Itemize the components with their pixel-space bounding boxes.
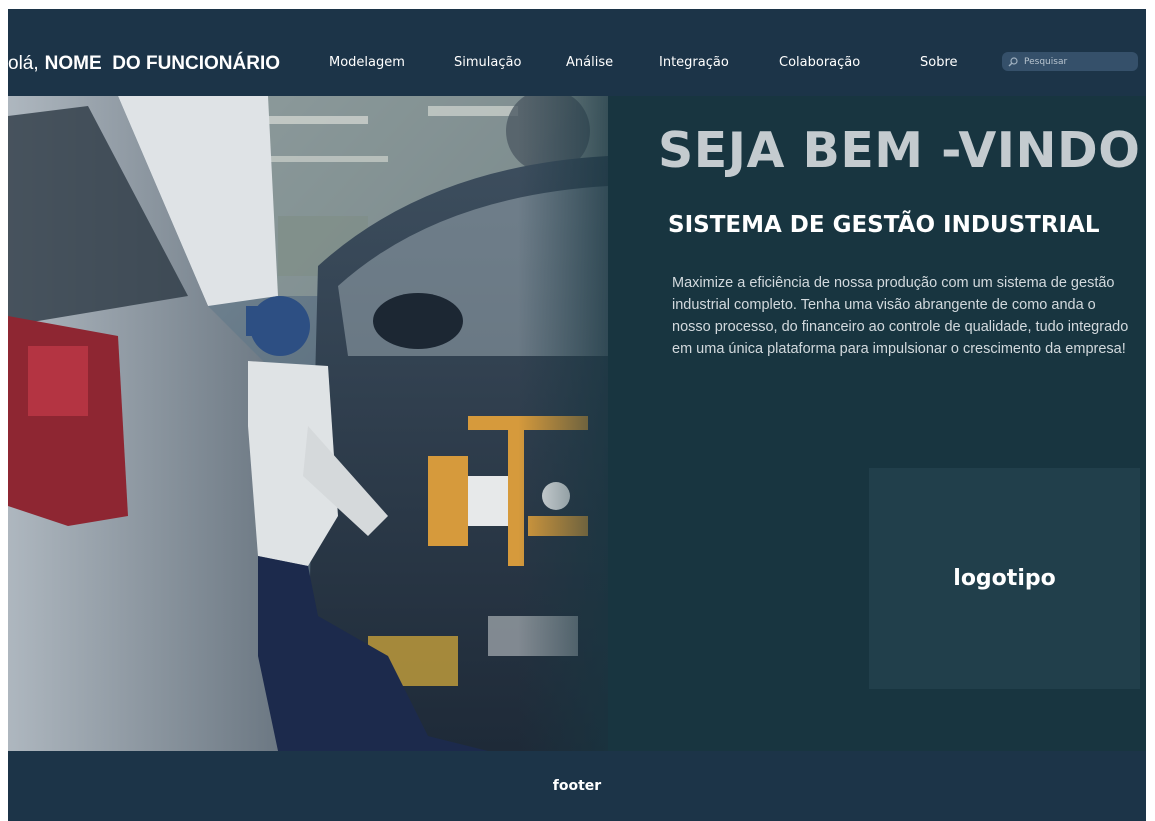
- welcome-heading: SEJA BEM -VINDO: [658, 122, 1141, 179]
- system-description: Maximize a eficiência de nossa produção …: [672, 274, 1129, 357]
- logo-placeholder: logotipo: [869, 468, 1140, 689]
- footer-label: footer: [552, 778, 602, 794]
- factory-worker-image: [8, 96, 608, 751]
- nav-item-simulacao[interactable]: Simulação: [454, 55, 521, 70]
- nav-item-modelagem[interactable]: Modelagem: [329, 55, 405, 70]
- nav-item-analise[interactable]: Análise: [566, 55, 613, 70]
- nav-item-sobre[interactable]: Sobre: [920, 55, 958, 70]
- nav-item-integracao[interactable]: Integração: [659, 55, 729, 70]
- nav-item-colaboracao[interactable]: Colaboração: [779, 55, 860, 70]
- search-input[interactable]: [1022, 55, 1126, 68]
- page-footer: footer: [8, 751, 1146, 821]
- page-frame: olá, NOME DO FUNCIONÁRIO Modelagem Simula…: [8, 9, 1146, 821]
- search-icon: [1008, 56, 1018, 66]
- top-header: olá, NOME DO FUNCIONÁRIO Modelagem Simula…: [8, 9, 1146, 96]
- system-subtitle: SISTEMA DE GESTÃO INDUSTRIAL: [668, 212, 1100, 238]
- search-box[interactable]: [1002, 52, 1138, 71]
- logo-label: logotipo: [953, 566, 1056, 591]
- main-nav: Modelagem Simulação Análise Integração C…: [8, 55, 1146, 75]
- hero-section: SEJA BEM -VINDO SISTEMA DE GESTÃO INDUST…: [8, 96, 1146, 751]
